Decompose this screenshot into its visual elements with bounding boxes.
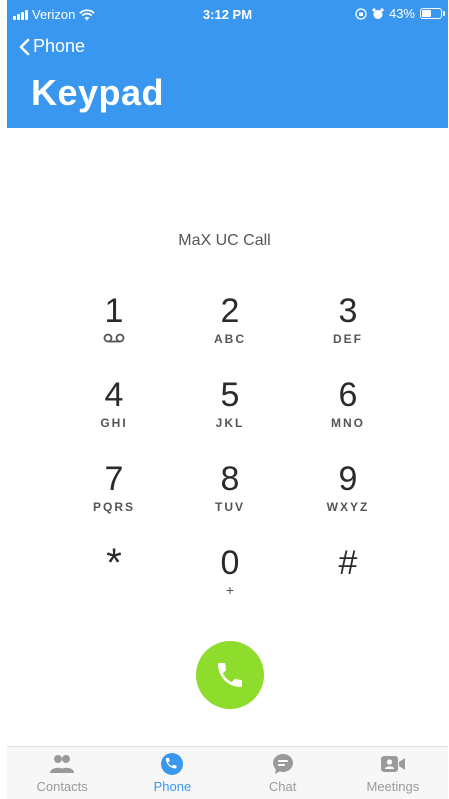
key-digit: * [106,541,122,585]
voicemail-icon [103,333,125,343]
key-9[interactable]: 9 WXYZ [298,460,398,530]
phone-icon [218,663,242,687]
status-bar: Verizon 3:12 PM 43% [7,0,448,30]
key-plus-label: + [225,582,235,598]
key-digit: 6 [338,376,358,414]
key-digit: 8 [220,460,240,498]
key-letters: DEF [333,332,363,346]
header-bar: Verizon 3:12 PM 43% Phone Keypad [7,0,448,128]
key-letters: MNO [331,416,365,430]
key-letters: PQRS [92,500,135,514]
call-button[interactable] [196,641,264,709]
key-letters: JKL [215,416,245,430]
key-6[interactable]: 6 MNO [298,376,398,446]
key-hash[interactable]: # [298,544,398,614]
tab-label: Contacts [36,779,88,794]
key-letters: WXYZ [326,500,370,514]
key-digit: 4 [104,376,124,414]
key-1[interactable]: 1 [64,292,164,362]
key-digit: 7 [104,460,124,498]
tab-chat[interactable]: Chat [228,747,338,799]
alarm-icon [372,7,384,19]
contacts-icon [49,753,75,775]
key-7[interactable]: 7 PQRS [64,460,164,530]
chevron-left-icon [19,38,30,55]
key-2[interactable]: 2 ABC [180,292,280,362]
key-digit: # [338,544,358,582]
orientation-lock-icon [355,7,367,20]
key-4[interactable]: 4 GHI [64,376,164,446]
key-letters: GHI [100,416,128,430]
key-3[interactable]: 3 DEF [298,292,398,362]
key-8[interactable]: 8 TUV [180,460,280,530]
key-digit: 5 [220,376,240,414]
battery-percent: 43% [388,6,415,21]
key-digit: 2 [220,292,240,330]
call-type-label: MaX UC Call [178,232,271,249]
chat-icon [270,753,296,775]
tab-meetings[interactable]: Meetings [338,747,448,799]
battery-icon [420,8,445,19]
video-icon [380,753,406,775]
tab-label: Chat [268,779,297,794]
key-digit: 3 [338,292,358,330]
key-letters: TUV [215,500,245,514]
key-digit: 9 [338,460,358,498]
tab-label: Meetings [366,779,420,794]
phone-icon [159,753,185,775]
key-0[interactable]: 0 + [180,544,280,614]
key-star[interactable]: * [64,541,164,614]
tab-bar: Contacts Phone Chat Meetings [7,746,448,799]
battery-level [422,10,431,17]
back-button[interactable]: Phone [18,36,85,57]
tab-phone[interactable]: Phone [117,747,227,799]
back-button-label: Phone [33,36,86,56]
tab-label: Phone [153,779,192,794]
key-digit: 1 [104,292,124,330]
page-title: Keypad [31,72,165,113]
key-5[interactable]: 5 JKL [180,376,280,446]
key-letters: ABC [214,332,246,346]
tab-contacts[interactable]: Contacts [7,747,117,799]
key-digit: 0 [220,544,240,582]
